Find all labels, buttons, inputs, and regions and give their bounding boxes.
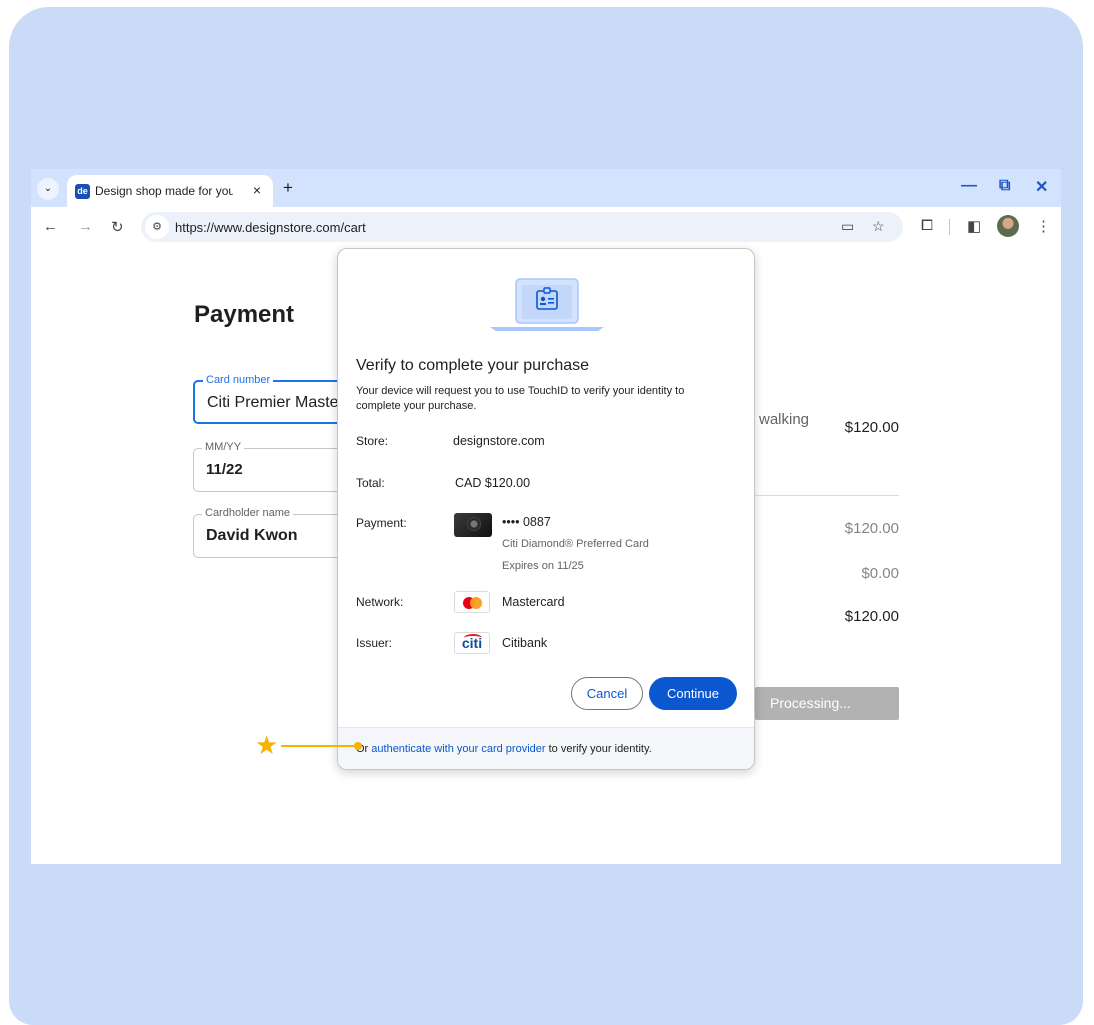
item-price: $120.00 bbox=[844, 419, 899, 436]
card-icon[interactable]: ▭ bbox=[841, 218, 854, 235]
card-number-label: Card number bbox=[203, 374, 274, 386]
site-settings-icon[interactable]: ⚙ bbox=[145, 215, 169, 239]
subtotal-price: $120.00 bbox=[844, 520, 899, 537]
close-window-icon[interactable]: ✕ bbox=[1035, 177, 1048, 197]
extensions-icon[interactable]: ⧠ bbox=[921, 217, 933, 234]
total-value: CAD $120.00 bbox=[455, 476, 531, 490]
cancel-button[interactable]: Cancel bbox=[571, 677, 643, 710]
total-price: $120.00 bbox=[844, 608, 899, 625]
annotation-dot bbox=[354, 742, 362, 750]
expiry-label: MM/YY bbox=[202, 441, 245, 453]
url-text[interactable]: https://www.designstore.com/cart bbox=[175, 220, 366, 235]
expiry-field[interactable]: MM/YY 11/22 bbox=[193, 441, 343, 492]
issuer-label: Issuer: bbox=[356, 636, 393, 650]
card-expiry: Expires on 11/25 bbox=[502, 560, 584, 572]
new-tab-button[interactable]: + bbox=[283, 178, 293, 198]
side-panel-icon[interactable]: ◧ bbox=[967, 217, 981, 235]
payment-label: Payment: bbox=[356, 516, 407, 530]
authenticate-card-provider-link[interactable]: authenticate with your card provider bbox=[371, 743, 545, 755]
bookmark-star-icon[interactable]: ☆ bbox=[872, 218, 885, 235]
dialog-description: Your device will request you to use Touc… bbox=[356, 385, 685, 412]
tab-design-shop[interactable]: de Design shop made for you × bbox=[67, 175, 273, 207]
summary-divider bbox=[751, 495, 899, 496]
shipping-price: $0.00 bbox=[861, 565, 899, 582]
issuer-value: Citibank bbox=[502, 636, 548, 650]
total-label: Total: bbox=[356, 476, 385, 490]
avatar-icon[interactable] bbox=[997, 215, 1019, 237]
card-last4: •••• 0887 bbox=[502, 515, 551, 529]
favicon-icon: de bbox=[75, 184, 90, 199]
item-name: walking bbox=[759, 411, 810, 428]
star-icon: ★ bbox=[255, 730, 279, 760]
verify-dialog: Verify to complete your purchase Your de… bbox=[337, 248, 755, 770]
more-menu-icon[interactable]: ⋮ bbox=[1036, 217, 1051, 235]
card-number-field[interactable]: Card number Citi Premier Master... bbox=[193, 374, 356, 424]
laptop-id-card-icon bbox=[490, 278, 604, 331]
toolbar: ← → ↻ ⚙ https://www.designstore.com/cart… bbox=[31, 207, 1061, 247]
store-label: Store: bbox=[356, 434, 389, 448]
processing-button: Processing... bbox=[755, 687, 899, 720]
chevron-down-icon[interactable]: ⌄ bbox=[37, 178, 59, 200]
back-icon[interactable]: ← bbox=[43, 218, 58, 235]
network-value: Mastercard bbox=[502, 595, 565, 609]
store-value: designstore.com bbox=[453, 434, 545, 448]
footer-text: Or authenticate with your card provider … bbox=[356, 743, 652, 755]
tab-strip: ⌄ de Design shop made for you × + — ⧉ ✕ bbox=[31, 169, 1061, 207]
card-number-value: Citi Premier Master... bbox=[207, 394, 357, 411]
cardholder-label: Cardholder name bbox=[202, 507, 293, 519]
close-tab-icon[interactable]: × bbox=[253, 182, 261, 198]
address-bar[interactable]: ⚙ https://www.designstore.com/cart ▭ ☆ bbox=[141, 212, 903, 242]
cardholder-field[interactable]: Cardholder name David Kwon bbox=[193, 507, 343, 558]
reload-icon[interactable]: ↻ bbox=[111, 218, 124, 236]
continue-button[interactable]: Continue bbox=[649, 677, 737, 710]
citi-logo-icon: citi bbox=[454, 632, 490, 654]
toolbar-divider bbox=[949, 219, 950, 235]
card-name: Citi Diamond® Preferred Card bbox=[502, 538, 649, 550]
minimize-icon[interactable]: — bbox=[961, 177, 977, 195]
dialog-title: Verify to complete your purchase bbox=[356, 357, 590, 374]
card-image bbox=[454, 513, 492, 537]
citi-logo-text: citi bbox=[461, 635, 483, 651]
mastercard-logo-icon bbox=[454, 591, 490, 613]
forward-icon[interactable]: → bbox=[78, 218, 93, 235]
restore-icon[interactable]: ⧉ bbox=[999, 177, 1010, 195]
network-label: Network: bbox=[356, 595, 404, 609]
annotation-line bbox=[281, 745, 358, 747]
footer-suffix: to verify your identity. bbox=[545, 743, 652, 755]
expiry-value: 11/22 bbox=[206, 461, 243, 478]
tab-title: Design shop made for you bbox=[95, 184, 233, 198]
cardholder-value: David Kwon bbox=[206, 527, 298, 544]
dialog-footer: Or authenticate with your card provider … bbox=[338, 727, 754, 769]
page-title: Payment bbox=[194, 301, 295, 328]
